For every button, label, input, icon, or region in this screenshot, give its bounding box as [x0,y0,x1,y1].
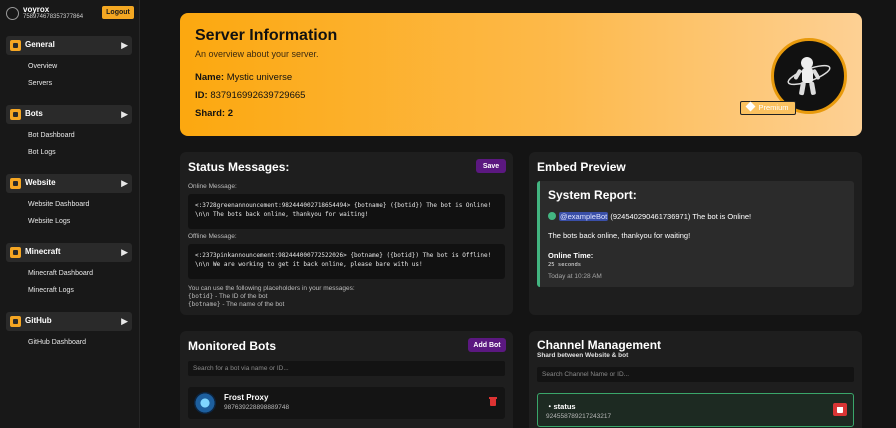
embed-description-line1: @exampleBot (924540290461736971) The bot… [548,212,751,221]
sidebar-item-website-logs[interactable]: Website Logs [28,218,70,225]
sidebar-group-bots[interactable]: Bots ▶ [6,105,132,124]
sidebar-item-bot-logs[interactable]: Bot Logs [28,149,56,156]
monitored-bots-title: Monitored Bots [188,339,276,353]
user-avatar-icon [6,7,19,20]
embed-preview-panel: Embed Preview System Report: @exampleBot… [529,152,862,315]
sidebar-group-label: Website [25,178,56,187]
gem-icon [746,101,756,112]
embed-title: System Report: [548,188,637,202]
chevron-right-icon: ▶ [121,40,128,50]
premium-badge: Premium [740,101,796,115]
chevron-right-icon: ▶ [121,109,128,119]
sidebar-group-general[interactable]: General ▶ [6,36,132,55]
embed-box: System Report: @exampleBot (924540290461… [537,181,854,287]
embed-field-value: 25 seconds [548,262,582,268]
sidebar-group-minecraft[interactable]: Minecraft ▶ [6,243,132,262]
hint-botid-code: {botid} [188,293,214,300]
server-id-line: ID: 837916992639729665 [195,90,305,101]
channel-id: 924558789217243217 [546,413,612,420]
folder-icon [10,316,21,327]
hint-botid-text: - The ID of the bot [213,293,268,300]
embed-footer: Today at 10:28 AM [548,273,602,280]
user-profile: voyrox 758974678357377864 Logout [6,5,134,23]
channel-name: ・status [546,402,576,411]
embed-field-name: Online Time: [548,251,594,260]
hint-intro: You can use the following placeholders i… [188,285,355,292]
bot-list-item[interactable]: Frost Proxy 987639228898889748 [188,387,505,419]
online-status-icon [548,212,556,220]
status-messages-title: Status Messages: [188,160,290,174]
hint-botname-text: - The name of the bot [220,301,285,308]
hint-botname-code: {botname} [188,301,221,308]
monitored-bots-panel: Monitored Bots Add Bot Frost Proxy 98763… [180,331,513,428]
sidebar-group-label: Minecraft [25,247,61,256]
sidebar-item-website-dashboard[interactable]: Website Dashboard [28,201,89,208]
offline-message-field[interactable]: <:2373pinkannouncement:98244400077252202… [188,244,505,279]
user-id: 758974678357377864 [23,14,84,20]
channel-management-panel: Channel Management Shard between Website… [529,331,862,428]
premium-label: Premium [758,103,789,112]
sidebar-group-label: Bots [25,109,43,118]
bot-name: Frost Proxy [224,393,269,402]
sidebar: voyrox 758974678357377864 Logout General… [0,0,140,428]
sidebar-item-github-dashboard[interactable]: GitHub Dashboard [28,339,86,346]
bot-search-input[interactable] [188,361,505,376]
server-name-label: Name: [195,72,225,83]
sidebar-item-overview[interactable]: Overview [28,63,57,70]
embed-line1-text: (924540290461736971) The bot is Online! [608,212,752,221]
channel-management-title: Channel Management [537,338,662,352]
sidebar-item-servers[interactable]: Servers [28,80,52,87]
server-id: 837916992639729665 [210,90,306,101]
logout-button[interactable]: Logout [102,6,134,19]
sidebar-group-label: GitHub [25,316,52,325]
add-bot-button[interactable]: Add Bot [468,338,506,352]
online-message-label: Online Message: [188,183,237,190]
page-title: Server Information [195,27,338,44]
sidebar-group-github[interactable]: GitHub ▶ [6,312,132,331]
chevron-right-icon: ▶ [121,316,128,326]
sidebar-group-label: General [25,40,55,49]
channel-search-input[interactable] [537,367,854,382]
offline-message-label: Offline Message: [188,233,237,240]
server-name-line: Name: Mystic universe [195,72,292,83]
bot-mention: @exampleBot [559,212,609,221]
channel-management-subtitle: Shard between Website & bot [537,352,629,359]
online-message-field[interactable]: <:3728greenannouncement:9824440027186544… [188,194,505,229]
chevron-right-icon: ▶ [121,247,128,257]
sidebar-group-website[interactable]: Website ▶ [6,174,132,193]
user-name: voyrox [23,5,50,14]
trash-icon[interactable] [489,397,497,406]
folder-icon [10,247,21,258]
folder-icon [10,109,21,120]
page-subtitle: An overview about your server. [195,49,319,59]
status-messages-panel: Status Messages: Save Online Message: <:… [180,152,513,315]
delete-channel-button[interactable] [833,403,847,416]
server-shard: 2 [227,108,234,119]
server-shard-label: Shard: [195,108,226,119]
hint-botname: {botname} - The name of the bot [188,301,355,309]
bot-avatar [194,392,216,414]
sidebar-item-minecraft-logs[interactable]: Minecraft Logs [28,287,74,294]
save-button[interactable]: Save [476,159,506,173]
server-id-label: ID: [195,90,208,101]
embed-description-line2: The bots back online, thankyou for waiti… [548,231,691,240]
sidebar-item-bot-dashboard[interactable]: Bot Dashboard [28,132,75,139]
server-info-card: Server Information An overview about you… [180,13,862,136]
embed-preview-title: Embed Preview [537,160,626,174]
folder-icon [10,178,21,189]
server-shard-line: Shard: 2 [195,108,233,119]
hint-botid: {botid} - The ID of the bot [188,293,355,301]
placeholders-hint: You can use the following placeholders i… [188,285,355,309]
sidebar-item-minecraft-dashboard[interactable]: Minecraft Dashboard [28,270,93,277]
folder-icon [10,40,21,51]
server-name: Mystic universe [226,72,293,83]
channel-list-item[interactable]: ・status 924558789217243217 [537,393,854,427]
bot-id: 987639228898889748 [224,404,290,411]
chevron-right-icon: ▶ [121,178,128,188]
